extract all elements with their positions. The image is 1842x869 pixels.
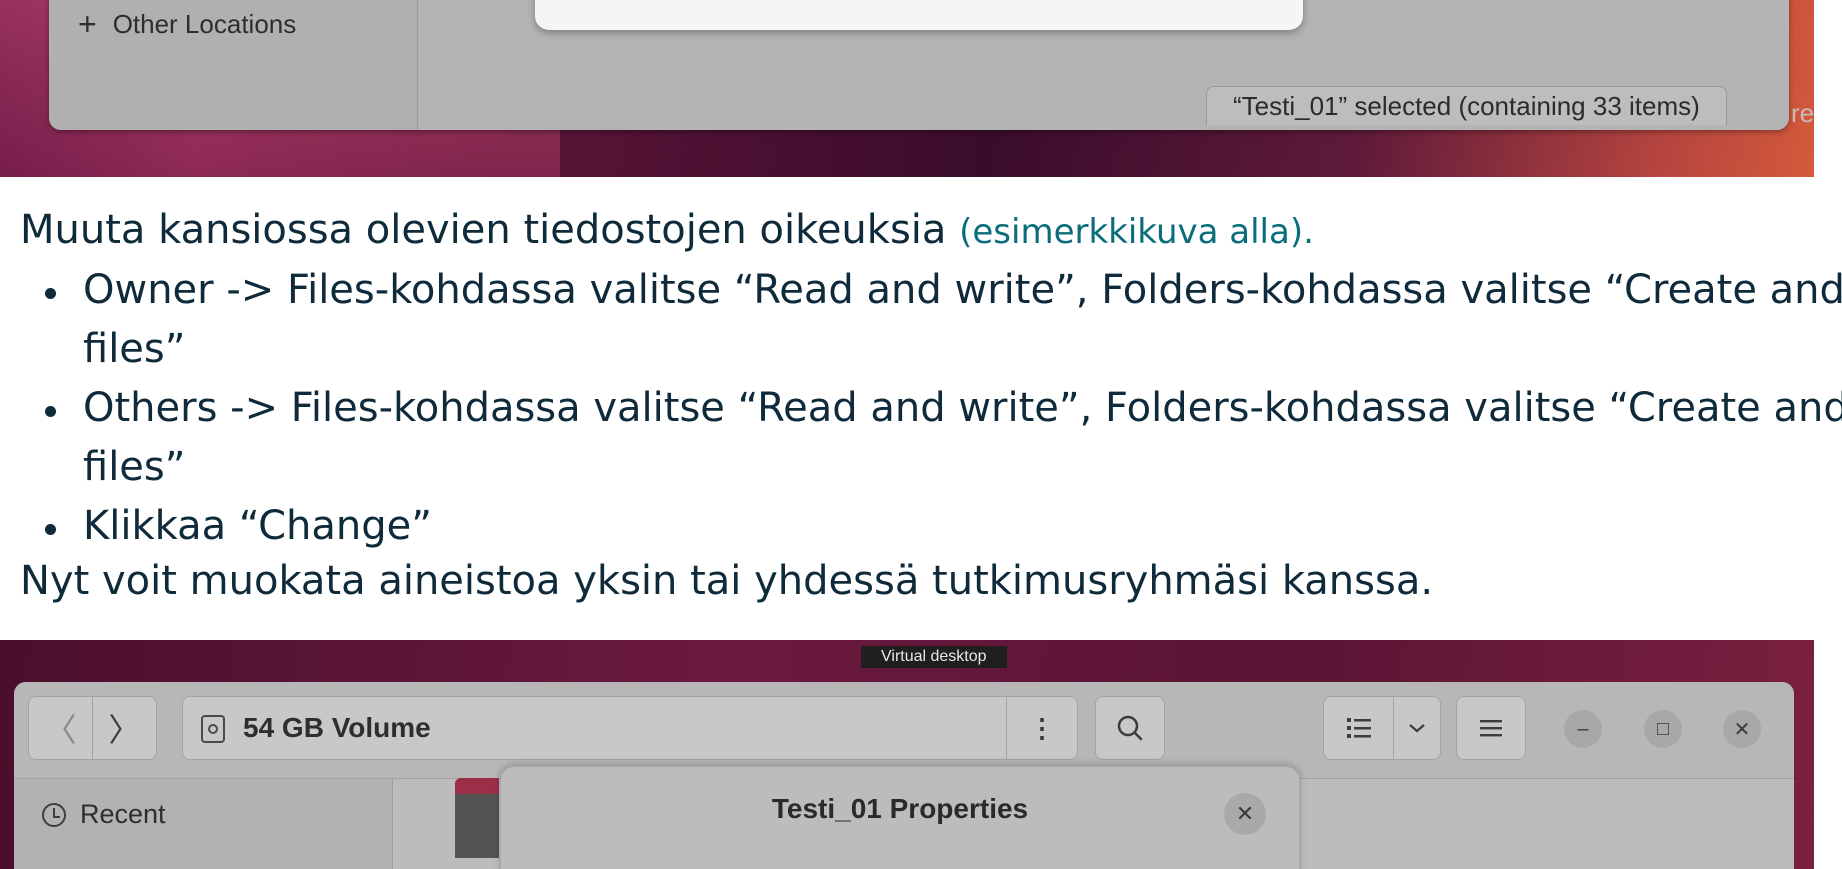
- path-label: 54 GB Volume: [243, 712, 431, 743]
- maximize-button[interactable]: □: [1644, 710, 1682, 748]
- back-button[interactable]: 〈: [29, 697, 92, 759]
- view-options: [1323, 696, 1441, 760]
- dialog-close-button[interactable]: ✕: [1224, 793, 1266, 835]
- intro-text: Muuta kansiossa olevien tiedostojen oike…: [20, 207, 960, 253]
- list-item: Others -> Files-kohdassa valitse “Read a…: [0, 379, 1842, 497]
- step-text: Klikkaa “Change”: [83, 503, 432, 549]
- files-window: + Other Locations “Testi_01” selected (c…: [49, 0, 1789, 130]
- instructions: Muuta kansiossa olevien tiedostojen oike…: [0, 177, 1842, 640]
- top-screenshot: + Other Locations “Testi_01” selected (c…: [0, 0, 1814, 177]
- search-button[interactable]: [1095, 696, 1165, 760]
- sidebar-item-label: Recent: [80, 799, 166, 829]
- bottom-screenshot: Virtual desktop 〈 〉 54 GB Volume ⋮ – □ ✕…: [0, 640, 1814, 869]
- kebab-menu-icon: ⋮: [1029, 712, 1055, 743]
- chevron-right-icon: 〉: [108, 712, 141, 748]
- status-overflow-text: re: [1791, 98, 1814, 128]
- minimize-icon: –: [1577, 717, 1589, 740]
- dialog-title: Testi_01 Properties: [771, 793, 1029, 824]
- clock-icon: [42, 802, 66, 827]
- steps-list: Owner -> Files-kohdassa valitse “Read an…: [0, 261, 1842, 556]
- files-sidebar: Recent: [14, 779, 393, 869]
- selection-status: “Testi_01” selected (containing 33 items…: [1206, 86, 1727, 125]
- path-menu-button[interactable]: ⋮: [1006, 697, 1077, 759]
- outro-paragraph: Nyt voit muokata aineistoa yksin tai yhd…: [20, 558, 1434, 604]
- maximize-icon: □: [1656, 717, 1670, 740]
- list-item: Owner -> Files-kohdassa valitse “Read an…: [0, 261, 1842, 379]
- properties-dialog: Testi_01 Properties ✕: [500, 766, 1300, 869]
- folder-icon[interactable]: [455, 778, 499, 858]
- plus-icon: +: [78, 6, 97, 42]
- sidebar-item-label: Other Locations: [112, 8, 297, 39]
- intro-paragraph: Muuta kansiossa olevien tiedostojen oike…: [20, 207, 1314, 253]
- search-icon: [1117, 715, 1143, 741]
- main-menu-button[interactable]: [1456, 696, 1526, 760]
- step-text-continued: files”: [83, 444, 186, 490]
- list-view-icon: [1346, 718, 1371, 738]
- files-sidebar: + Other Locations: [49, 0, 418, 130]
- drive-icon: [201, 715, 225, 743]
- chevron-left-icon: 〈: [44, 712, 77, 748]
- step-text: Owner -> Files-kohdassa valitse “Read an…: [83, 267, 1842, 313]
- forward-button[interactable]: 〉: [93, 697, 156, 759]
- sidebar-item-recent[interactable]: Recent: [42, 799, 166, 830]
- step-text-continued: files”: [83, 326, 186, 372]
- view-dropdown-button[interactable]: [1394, 697, 1440, 759]
- list-item: Klikkaa “Change”: [0, 497, 1842, 556]
- properties-dialog-bottom: [535, 0, 1303, 30]
- close-button[interactable]: ✕: [1723, 710, 1761, 748]
- navigation-buttons: 〈 〉: [28, 696, 157, 760]
- header-bar: 〈 〉 54 GB Volume ⋮ – □ ✕: [14, 682, 1794, 779]
- hamburger-menu-icon: [1480, 720, 1502, 737]
- close-icon: ✕: [1235, 801, 1255, 826]
- close-icon: ✕: [1733, 718, 1751, 741]
- step-text: Others -> Files-kohdassa valitse “Read a…: [83, 385, 1842, 431]
- sidebar-item-other-locations[interactable]: + Other Locations: [78, 8, 296, 40]
- chevron-down-icon: [1409, 724, 1425, 733]
- list-view-button[interactable]: [1324, 697, 1393, 759]
- minimize-button[interactable]: –: [1564, 710, 1602, 748]
- virtual-desktop-label: Virtual desktop: [861, 646, 1007, 668]
- example-image-link[interactable]: (esimerkkikuva alla).: [959, 212, 1314, 252]
- path-bar[interactable]: 54 GB Volume ⋮: [182, 696, 1078, 760]
